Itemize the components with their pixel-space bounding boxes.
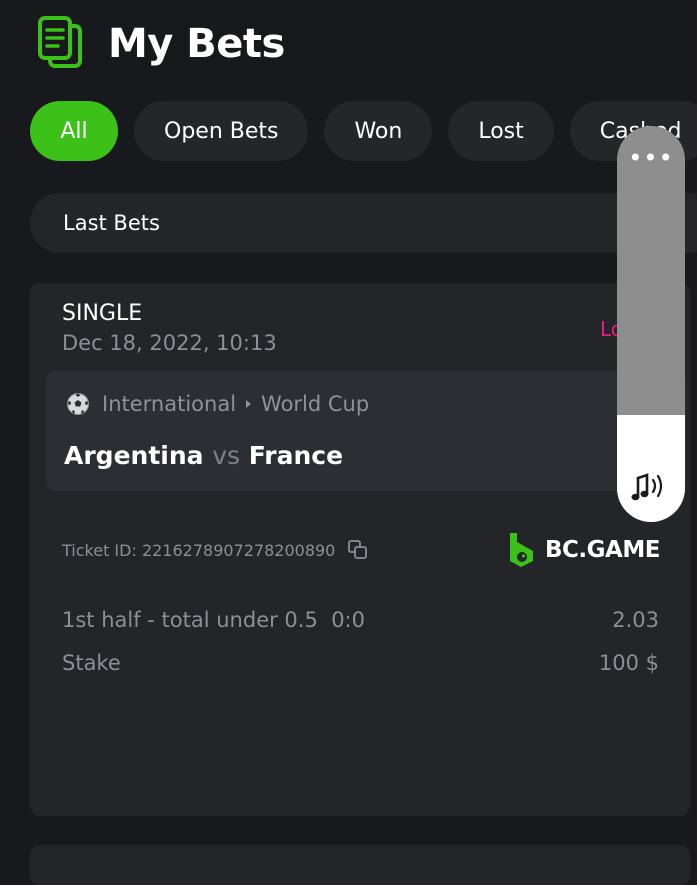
market-name: 1st half - total under 0.5 bbox=[62, 608, 318, 632]
brand-name: BC.GAME bbox=[545, 537, 660, 563]
team-home: Argentina bbox=[64, 441, 204, 470]
copy-icon[interactable] bbox=[347, 539, 369, 561]
ticket-id-text: Ticket ID: 2216278907278200890 bbox=[62, 540, 336, 560]
document-icon bbox=[38, 16, 82, 68]
bc-game-logo-icon bbox=[510, 533, 533, 567]
tab-open-bets[interactable]: Open Bets bbox=[134, 101, 309, 161]
league-breadcrumb: International World Cup bbox=[66, 389, 369, 419]
stake-label: Stake bbox=[62, 651, 121, 675]
market-score: 0:0 bbox=[331, 608, 365, 632]
last-bets-dropdown[interactable]: Last Bets bbox=[30, 193, 697, 253]
bet-date: Dec 18, 2022, 10:13 bbox=[62, 331, 277, 355]
tab-all[interactable]: All bbox=[30, 101, 118, 161]
music-speaker-icon[interactable] bbox=[631, 470, 671, 504]
page-title: My Bets bbox=[108, 21, 285, 67]
bet-type: SINGLE bbox=[62, 301, 143, 326]
tab-lost[interactable]: Lost bbox=[448, 101, 554, 161]
soccer-ball-icon bbox=[67, 393, 89, 415]
team-away: France bbox=[248, 441, 344, 470]
ticket-id: Ticket ID: 2216278907278200890 bbox=[62, 539, 369, 561]
bet-filter-tabs: All Open Bets Won Lost Cashed bbox=[30, 101, 697, 161]
page-header: My Bets bbox=[36, 14, 285, 74]
league-competition: World Cup bbox=[261, 392, 370, 416]
brand-logo: BC.GAME bbox=[507, 530, 660, 570]
odds-value: 2.03 bbox=[612, 608, 659, 632]
volume-slider[interactable]: ••• bbox=[617, 126, 685, 522]
stake-value: 100 $ bbox=[598, 651, 659, 675]
bet-market-row: 1st half - total under 0.5 0:0 2.03 bbox=[62, 608, 659, 632]
breadcrumb-arrow-icon bbox=[246, 400, 252, 408]
vs-label: vs bbox=[212, 441, 241, 470]
match-teams: Argentina vs France bbox=[64, 441, 343, 470]
tab-won[interactable]: Won bbox=[324, 101, 433, 161]
volume-level-fill bbox=[617, 415, 685, 522]
stake-row: Stake 100 $ bbox=[62, 651, 659, 675]
match-panel[interactable]: International World Cup Argentina vs Fra… bbox=[46, 371, 686, 491]
last-bets-label: Last Bets bbox=[63, 211, 160, 235]
bet-card[interactable]: SINGLE Dec 18, 2022, 10:13 Lost Internat… bbox=[30, 283, 690, 816]
league-region: International bbox=[102, 392, 237, 416]
more-options-icon[interactable]: ••• bbox=[617, 144, 685, 172]
market-info: 1st half - total under 0.5 0:0 bbox=[62, 608, 365, 632]
next-bet-card[interactable] bbox=[30, 845, 690, 885]
